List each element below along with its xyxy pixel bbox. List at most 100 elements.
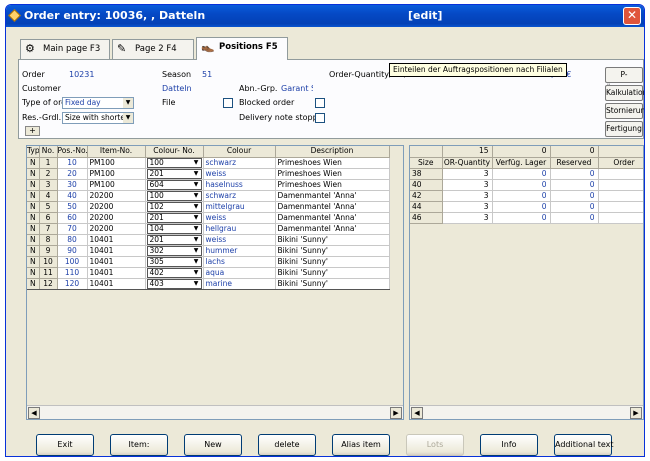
chevron-down-icon[interactable]: ▼: [192, 203, 201, 211]
colour-no-select[interactable]: 403 ▼: [145, 277, 204, 290]
chevron-down-icon[interactable]: ▼: [192, 269, 201, 277]
colour-cell[interactable]: hummer: [203, 245, 276, 257]
type-cell[interactable]: N: [27, 277, 40, 290]
row-number-cell[interactable]: 4: [39, 190, 58, 202]
column-header[interactable]: Colour- No.: [145, 146, 204, 158]
item-no-cell[interactable]: 10401: [87, 234, 146, 246]
pos-no-cell[interactable]: 20: [57, 168, 88, 180]
table-row[interactable]: 42 3 0 0: [410, 190, 643, 202]
item-no-cell[interactable]: 20200: [87, 223, 146, 235]
size-cell[interactable]: 42: [410, 190, 443, 202]
expand-button[interactable]: +: [25, 126, 40, 136]
table-row[interactable]: 44 3 0 0: [410, 201, 643, 213]
stock-cell[interactable]: 0: [492, 190, 551, 202]
pos-no-cell[interactable]: 120: [57, 277, 88, 290]
item-no-cell[interactable]: 20200: [87, 201, 146, 213]
pos-no-cell[interactable]: 90: [57, 245, 88, 257]
type-cell[interactable]: N: [27, 201, 40, 213]
colour-no-combo[interactable]: 403 ▼: [146, 279, 202, 288]
description-cell[interactable]: Primeshoes Wien: [275, 157, 390, 169]
description-cell[interactable]: Primeshoes Wien: [275, 179, 390, 191]
table-row[interactable]: N 4 40 20200 100 ▼ schwarz Damenmantel 'Anna': [27, 190, 390, 202]
colour-no-combo[interactable]: 201 ▼: [146, 212, 202, 222]
row-number-cell[interactable]: 2: [39, 168, 58, 180]
column-header[interactable]: Pos.-No.: [57, 146, 88, 158]
item-no-cell[interactable]: PM100: [87, 157, 146, 169]
description-cell[interactable]: Bikini 'Sunny': [275, 245, 390, 257]
column-header[interactable]: Description: [275, 146, 390, 158]
table-row[interactable]: N 9 90 10401 302 ▼ hummer Bikini 'Sunny': [27, 245, 390, 257]
description-cell[interactable]: Damenmantel 'Anna': [275, 190, 390, 202]
table-row[interactable]: N 12 120 10401 403 ▼ marine Bikini 'Sunny': [27, 277, 390, 290]
colour-no-combo[interactable]: 100 ▼: [146, 190, 202, 200]
table-row[interactable]: N 10 100 10401 305 ▼ lachs Bikini 'Sunny': [27, 256, 390, 268]
order-type-select[interactable]: Fixed day ▼: [62, 97, 134, 109]
colour-no-select[interactable]: 104 ▼: [145, 223, 204, 235]
chevron-down-icon[interactable]: ▼: [192, 258, 201, 266]
table-row[interactable]: 46 3 0 0: [410, 212, 643, 224]
p-aenderung-button[interactable]: P-Änderung: [605, 67, 643, 93]
delivery-stop-checkbox[interactable]: [315, 113, 325, 123]
colour-no-combo[interactable]: 305 ▼: [146, 256, 202, 266]
column-header[interactable]: Size: [410, 157, 443, 169]
row-number-cell[interactable]: 11: [39, 267, 58, 279]
table-row[interactable]: N 1 10 PM100 100 ▼ schwarz Primeshoes Wien: [27, 157, 390, 169]
pos-no-cell[interactable]: 50: [57, 201, 88, 213]
item-no-cell[interactable]: PM100: [87, 168, 146, 180]
file-checkbox[interactable]: [223, 98, 233, 108]
colour-cell[interactable]: marine: [203, 277, 276, 290]
colour-cell[interactable]: schwarz: [203, 190, 276, 202]
colour-no-select[interactable]: 604 ▼: [145, 179, 204, 191]
or-quantity-cell[interactable]: 3: [442, 190, 493, 202]
table-row[interactable]: N 7 70 20200 104 ▼ hellgrau Damenmantel 'Anna': [27, 223, 390, 235]
column-header[interactable]: Typ: [27, 146, 40, 158]
stock-cell[interactable]: 0: [492, 168, 551, 180]
chevron-down-icon[interactable]: ▼: [192, 236, 201, 244]
chevron-down-icon[interactable]: ▼: [192, 159, 201, 167]
stornierung-button[interactable]: Stornierung: [605, 103, 644, 119]
table-row[interactable]: N 2 20 PM100 201 ▼ weiss Primeshoes Wien: [27, 168, 390, 180]
scroll-right-icon[interactable]: ▶: [630, 407, 642, 419]
colour-no-select[interactable]: 100 ▼: [145, 157, 204, 169]
chevron-down-icon[interactable]: ▼: [192, 170, 201, 178]
scroll-left-icon[interactable]: ◀: [411, 407, 423, 419]
tab-positions[interactable]: 👞 Positions F5: [196, 37, 288, 60]
positions-grid[interactable]: Typ No. Pos.-No. Item-No. Colour- No. Co…: [26, 145, 404, 420]
type-cell[interactable]: N: [27, 223, 40, 235]
pos-no-cell[interactable]: 70: [57, 223, 88, 235]
type-cell[interactable]: N: [27, 190, 40, 202]
table-row[interactable]: N 8 80 10401 201 ▼ weiss Bikini 'Sunny': [27, 234, 390, 246]
info-button[interactable]: Info: [480, 434, 538, 456]
type-cell[interactable]: N: [27, 267, 40, 279]
colour-no-combo[interactable]: 102 ▼: [146, 201, 202, 211]
reserved-cell[interactable]: 0: [550, 190, 599, 202]
colour-no-combo[interactable]: 201 ▼: [146, 234, 202, 244]
item-no-cell[interactable]: 20200: [87, 190, 146, 202]
colour-cell[interactable]: lachs: [203, 256, 276, 268]
table-row[interactable]: N 11 110 10401 402 ▼ aqua Bikini 'Sunny': [27, 267, 390, 279]
colour-cell[interactable]: hellgrau: [203, 223, 276, 235]
type-cell[interactable]: N: [27, 179, 40, 191]
item-no-cell[interactable]: PM100: [87, 179, 146, 191]
reserved-cell[interactable]: 0: [550, 201, 599, 213]
row-number-cell[interactable]: 12: [39, 277, 58, 290]
column-header[interactable]: No.: [39, 146, 58, 158]
reserved-cell[interactable]: 0: [550, 168, 599, 180]
item-no-cell[interactable]: 10401: [87, 267, 146, 279]
description-cell[interactable]: Bikini 'Sunny': [275, 234, 390, 246]
table-row[interactable]: N 5 50 20200 102 ▼ mittelgrau Damenmantel 'Anna…: [27, 201, 390, 213]
item-no-cell[interactable]: 10401: [87, 277, 146, 290]
type-cell[interactable]: N: [27, 168, 40, 180]
description-cell[interactable]: Damenmantel 'Anna': [275, 212, 390, 224]
colour-no-select[interactable]: 201 ▼: [145, 212, 204, 224]
colour-no-select[interactable]: 201 ▼: [145, 168, 204, 180]
colour-no-select[interactable]: 305 ▼: [145, 256, 204, 268]
colour-no-combo[interactable]: 201 ▼: [146, 168, 202, 178]
order-cell[interactable]: [598, 212, 643, 224]
delete-button[interactable]: delete: [258, 434, 316, 456]
tab-page-2[interactable]: ✎ Page 2 F4: [112, 39, 194, 59]
or-quantity-cell[interactable]: 3: [442, 212, 493, 224]
or-quantity-cell[interactable]: 3: [442, 179, 493, 191]
size-cell[interactable]: 46: [410, 212, 443, 224]
colour-cell[interactable]: aqua: [203, 267, 276, 279]
